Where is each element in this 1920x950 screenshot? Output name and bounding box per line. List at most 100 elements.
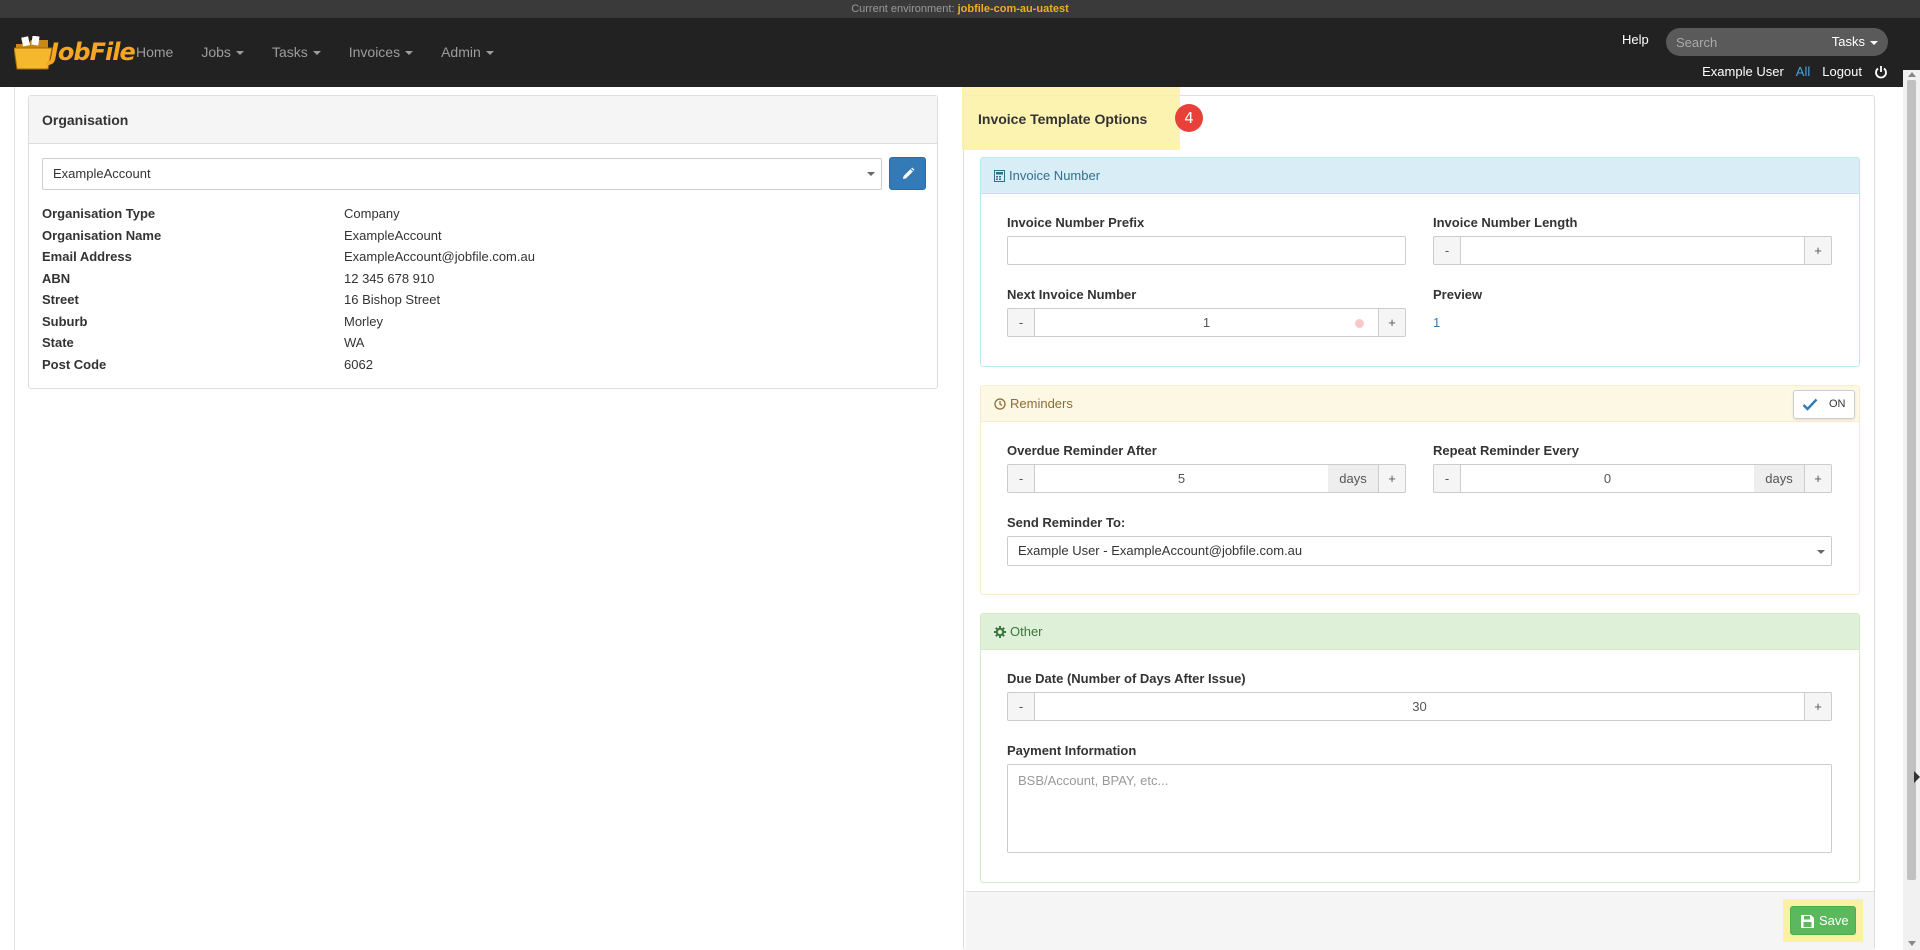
help-link[interactable]: Help (1622, 32, 1649, 47)
chevron-down-icon (1817, 550, 1825, 554)
length-value-input[interactable] (1461, 236, 1804, 265)
caret-down-icon (485, 51, 494, 56)
scroll-thumb[interactable] (1907, 80, 1916, 880)
floppy-disk-icon (1801, 915, 1814, 928)
overdue-minus-button[interactable]: - (1007, 464, 1035, 493)
due-date-value-input[interactable]: 30 (1035, 692, 1804, 721)
nav-jobs-label: Jobs (201, 44, 231, 60)
overdue-value-input[interactable]: 5 (1035, 464, 1328, 493)
length-label: Invoice Number Length (1433, 215, 1578, 230)
overdue-plus-button[interactable]: + (1378, 464, 1406, 493)
required-indicator-icon (1355, 319, 1364, 328)
length-stepper: - + (1433, 236, 1832, 265)
app-logo[interactable]: JobFile (14, 28, 136, 72)
edit-organisation-button[interactable] (889, 157, 926, 190)
gear-icon (994, 625, 1006, 638)
nav-tasks[interactable]: Tasks (258, 18, 335, 87)
nav-admin-label: Admin (441, 44, 481, 60)
due-date-stepper: - 30 + (1007, 692, 1832, 721)
nav-jobs[interactable]: Jobs (187, 18, 258, 87)
scroll-up-arrow-icon[interactable] (1908, 72, 1916, 77)
nav-home[interactable]: Home (122, 18, 187, 87)
chevron-down-icon (867, 172, 875, 176)
org-value: 12 345 678 910 (344, 270, 435, 286)
organisation-heading: Organisation (29, 96, 937, 144)
invoice-number-heading-label: Invoice Number (1009, 168, 1101, 183)
other-heading-label: Other (1010, 624, 1043, 639)
page-scrollbar[interactable] (1903, 70, 1920, 950)
overdue-stepper: - 5 days + (1007, 464, 1406, 493)
length-plus-button[interactable]: + (1804, 236, 1832, 265)
org-value: Morley (344, 313, 384, 329)
scroll-down-arrow-icon[interactable] (1908, 941, 1916, 946)
org-label: Email Address (42, 249, 132, 264)
org-value: ExampleAccount@jobfile.com.au (344, 249, 535, 264)
org-value: 16 Bishop Street (344, 292, 441, 307)
org-row-type: Organisation Type Company (42, 203, 922, 225)
next-number-label: Next Invoice Number (1007, 287, 1137, 302)
nav-home-label: Home (136, 44, 174, 60)
send-reminder-label: Send Reminder To: (1007, 515, 1126, 530)
user-links: Example User All Logout (1702, 64, 1888, 79)
reminders-toggle-label: ON (1829, 398, 1846, 410)
reminders-toggle[interactable]: ON (1793, 390, 1855, 419)
save-button[interactable]: Save (1790, 906, 1856, 935)
environment-prefix: Current environment: (851, 3, 955, 15)
save-button-label: Save (1819, 913, 1849, 928)
reminders-heading: Reminders (981, 386, 1859, 422)
caret-down-icon (235, 51, 244, 56)
folder-logo-icon (14, 36, 53, 70)
top-navbar: JobFile Home Jobs Tasks Invoices Admin H… (0, 18, 1920, 87)
repeat-value-input[interactable]: 0 (1461, 464, 1754, 493)
search-box: Tasks (1666, 28, 1888, 56)
org-label: Organisation Name (42, 227, 162, 243)
calculator-icon (994, 169, 1005, 182)
nav-invoices[interactable]: Invoices (335, 18, 427, 87)
organisation-details: Organisation Type Company Organisation Na… (42, 203, 922, 375)
prefix-input[interactable] (1007, 236, 1406, 265)
org-label: Street (42, 292, 79, 307)
next-number-input[interactable]: 1 (1035, 308, 1378, 337)
all-link[interactable]: All (1796, 64, 1810, 79)
organisation-select[interactable]: ExampleAccount (42, 158, 882, 190)
search-input[interactable] (1666, 28, 1816, 56)
search-scope-dropdown[interactable]: Tasks (1832, 28, 1878, 56)
nav-admin[interactable]: Admin (427, 18, 508, 87)
next-number-minus-button[interactable]: - (1007, 308, 1035, 337)
payment-info-label: Payment Information (1007, 743, 1137, 758)
user-name-link[interactable]: Example User (1702, 64, 1784, 79)
org-row-name: Organisation Name ExampleAccount (42, 225, 922, 247)
repeat-unit: days (1754, 464, 1804, 493)
next-number-plus-button[interactable]: + (1378, 308, 1406, 337)
caret-down-icon (1870, 40, 1878, 45)
org-value: ExampleAccount (344, 227, 442, 243)
org-label: ABN (42, 270, 71, 286)
org-row-postcode: Post Code 6062 (42, 354, 922, 376)
panel-footer (966, 891, 1874, 950)
send-reminder-select[interactable]: Example User - ExampleAccount@jobfile.co… (1007, 536, 1832, 566)
due-date-minus-button[interactable]: - (1007, 692, 1035, 721)
power-icon[interactable] (1874, 65, 1888, 79)
repeat-minus-button[interactable]: - (1433, 464, 1461, 493)
clock-icon (994, 397, 1006, 410)
environment-name: jobfile-com-au-uatest (957, 3, 1069, 15)
org-row-email: Email Address ExampleAccount@jobfile.com.… (42, 246, 922, 268)
length-minus-button[interactable]: - (1433, 236, 1461, 265)
nav-invoices-label: Invoices (348, 44, 401, 60)
logout-link[interactable]: Logout (1822, 64, 1862, 79)
repeat-stepper: - 0 days + (1433, 464, 1832, 493)
send-reminder-value: Example User - ExampleAccount@jobfile.co… (1018, 543, 1303, 558)
due-date-plus-button[interactable]: + (1804, 692, 1832, 721)
nav-tasks-label: Tasks (271, 44, 308, 60)
pencil-icon (903, 167, 915, 179)
org-label: State (42, 335, 74, 350)
preview-value: 1 (1433, 315, 1441, 330)
repeat-label: Repeat Reminder Every (1433, 443, 1579, 458)
invoice-template-title: Invoice Template Options (978, 111, 1148, 127)
overdue-label: Overdue Reminder After (1007, 443, 1157, 458)
org-row-suburb: Suburb Morley (42, 311, 922, 333)
payment-info-textarea[interactable] (1007, 764, 1832, 853)
repeat-plus-button[interactable]: + (1804, 464, 1832, 493)
org-label: Post Code (42, 356, 107, 372)
org-value: Company (344, 206, 400, 221)
